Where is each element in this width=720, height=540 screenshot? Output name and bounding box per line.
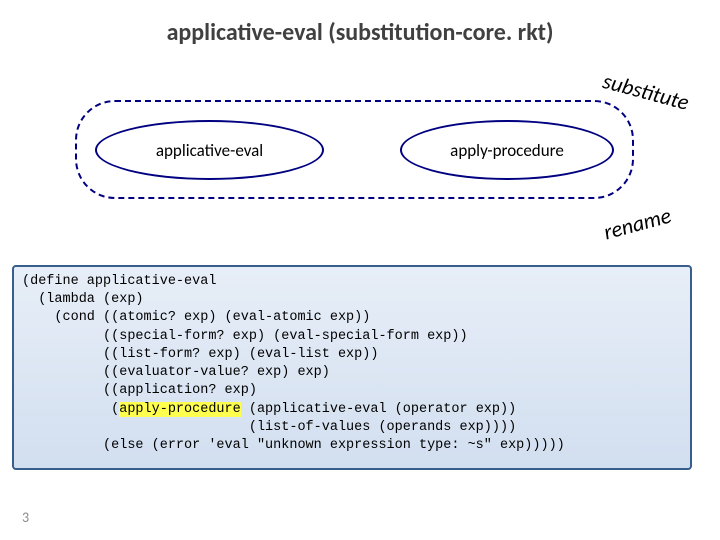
page-title: applicative-eval (substitution-core. rkt… bbox=[0, 18, 720, 47]
code-line: ((evaluator-value? exp) exp) bbox=[22, 365, 330, 380]
code-line: (define applicative-eval bbox=[22, 274, 216, 289]
slide: applicative-eval (substitution-core. rkt… bbox=[0, 0, 720, 540]
code-line: ((special-form? exp) (eval-special-form … bbox=[22, 329, 468, 344]
code-line: (cond ((atomic? exp) (eval-atomic exp)) bbox=[22, 310, 370, 325]
page-number: 3 bbox=[22, 509, 29, 526]
code-line: (lambda (exp) bbox=[22, 292, 144, 307]
code-line: ((application? exp) bbox=[22, 383, 257, 398]
node-applicative-eval: applicative-eval bbox=[95, 120, 324, 180]
code-line: (list-of-values (operands exp)))) bbox=[22, 420, 516, 435]
annotation-rename: rename bbox=[601, 202, 674, 246]
code-line: (else (error 'eval "unknown expression t… bbox=[22, 438, 565, 453]
node-label: applicative-eval bbox=[156, 140, 263, 161]
code-line: (applicative-eval (operator exp)) bbox=[241, 402, 516, 417]
code-highlight: apply-procedure bbox=[119, 402, 241, 417]
code-block: (define applicative-eval (lambda (exp) (… bbox=[12, 265, 692, 470]
node-apply-procedure: apply-procedure bbox=[400, 120, 614, 180]
code-line: ( bbox=[22, 402, 119, 417]
node-label: apply-procedure bbox=[450, 140, 564, 161]
code-line: ((list-form? exp) (eval-list exp)) bbox=[22, 347, 378, 362]
